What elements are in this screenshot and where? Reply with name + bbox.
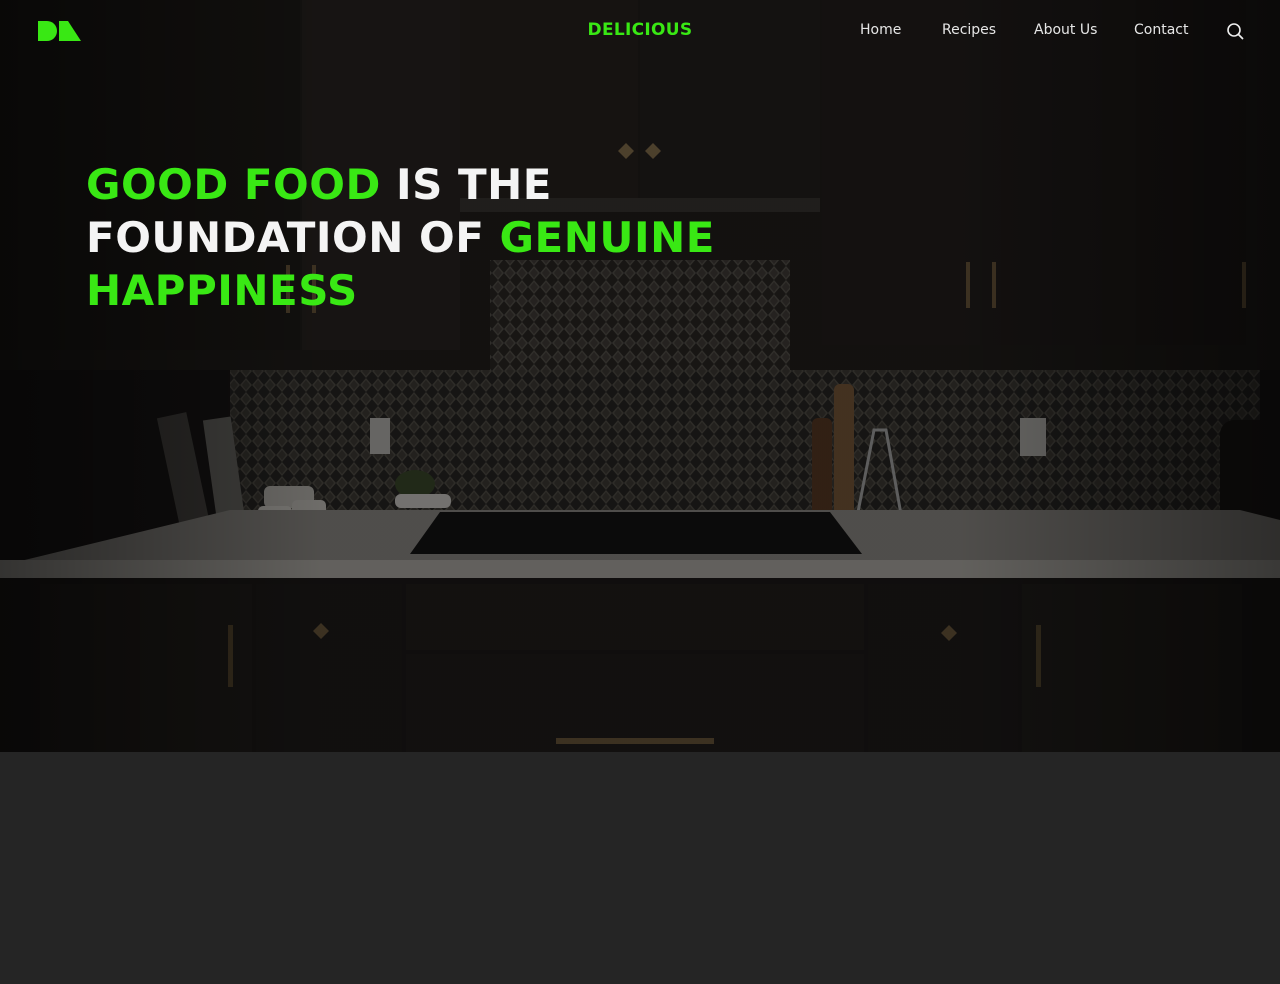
headline-highlight-happiness: HAPPINESS: [86, 266, 358, 315]
nav-link-home[interactable]: Home: [860, 22, 901, 38]
nav-link-contact[interactable]: Contact: [1134, 22, 1188, 38]
hero-headline: GOOD FOOD IS THE FOUNDATION OF GENUINE HAP…: [86, 158, 806, 317]
headline-text-is-the: IS THE: [380, 160, 552, 209]
headline-text-foundation-of: FOUNDATION OF: [86, 213, 500, 262]
headline-highlight-good-food: GOOD FOOD: [86, 160, 381, 209]
hero-background-image: [0, 0, 1280, 752]
brand-name[interactable]: DELICIOUS: [588, 20, 693, 40]
headline-highlight-genuine: GENUINE: [499, 213, 715, 262]
hero-section: DELICIOUS Home Recipes About Us Contact …: [0, 0, 1280, 752]
content-area: [0, 752, 1280, 984]
brand-logo-icon[interactable]: [38, 21, 81, 41]
top-navigation: DELICIOUS Home Recipes About Us Contact: [0, 0, 1280, 62]
nav-link-about-us[interactable]: About Us: [1034, 22, 1097, 38]
search-icon[interactable]: [1226, 22, 1244, 40]
nav-link-recipes[interactable]: Recipes: [942, 22, 996, 38]
